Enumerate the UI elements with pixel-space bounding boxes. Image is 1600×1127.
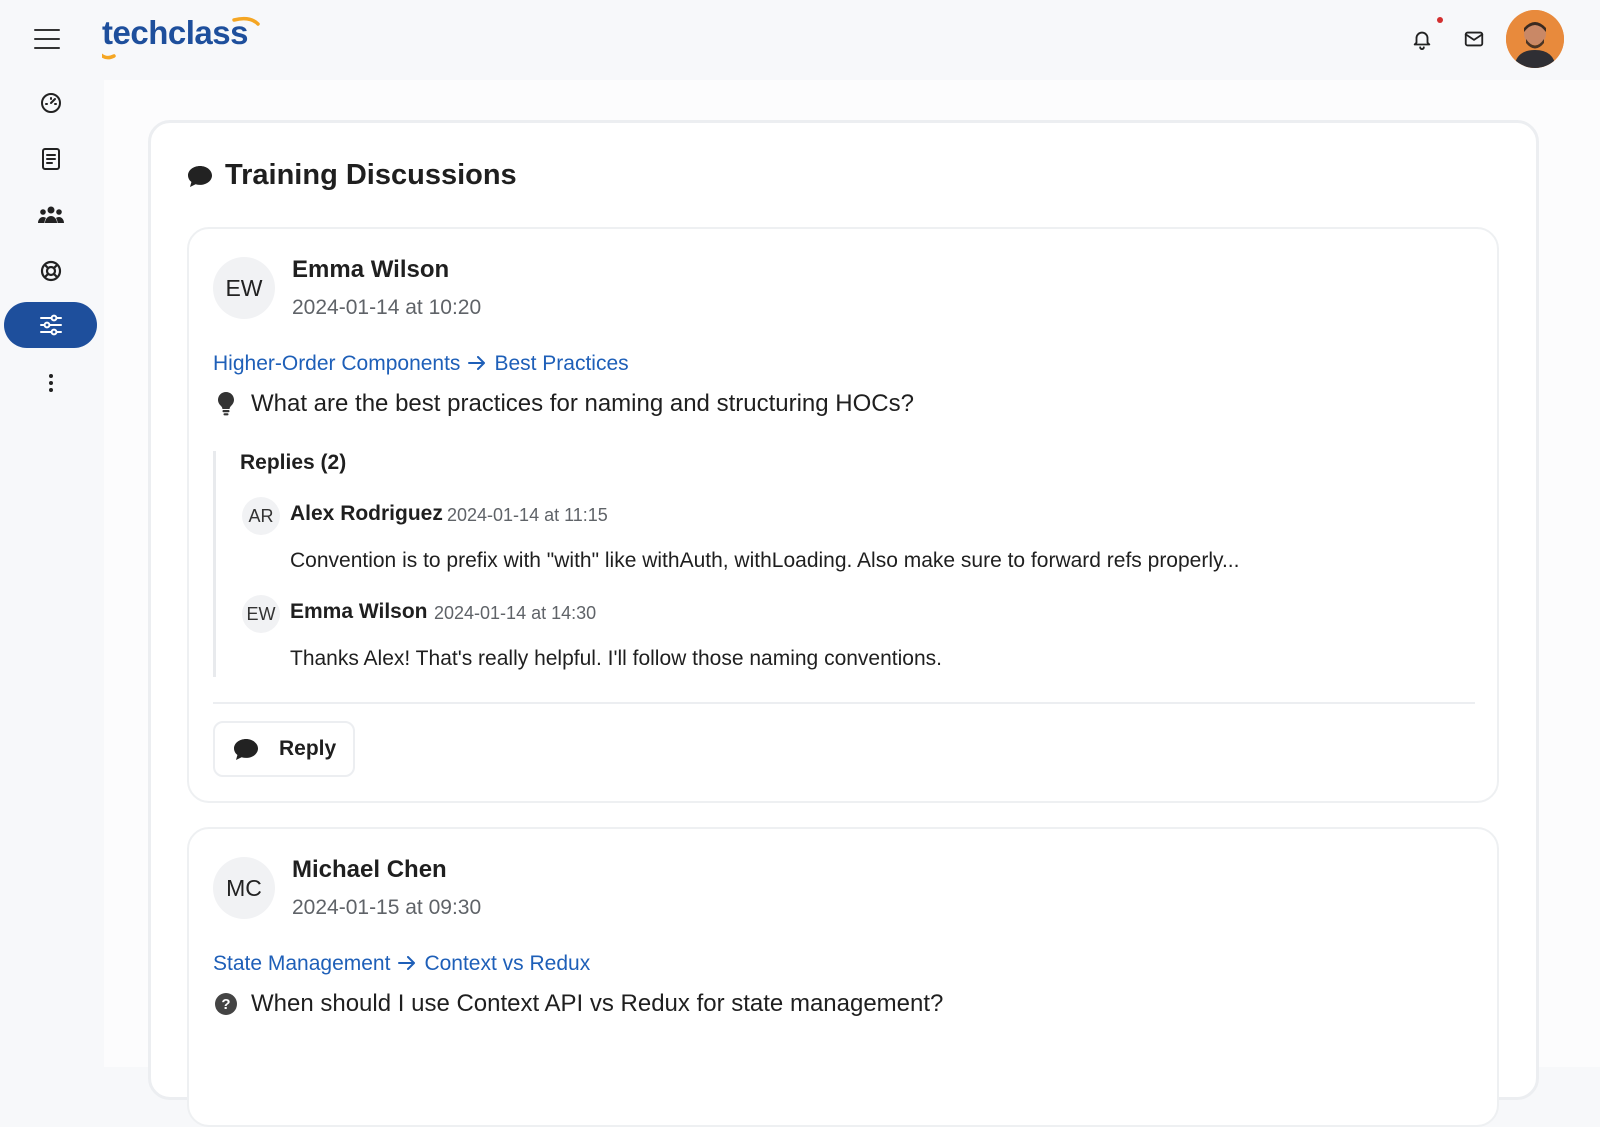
author-name: Michael Chen (292, 856, 447, 883)
topic-breadcrumb: Higher-Order Components Best Practices (213, 352, 629, 376)
user-avatar[interactable] (1506, 10, 1564, 68)
reply-author: Alex Rodriguez (290, 502, 443, 525)
hamburger-icon[interactable] (34, 29, 60, 49)
topic-link[interactable]: Higher-Order Components (213, 352, 460, 376)
avatar: MC (213, 857, 275, 919)
discussion-card: EW Emma Wilson 2024-01-14 at 10:20 Highe… (187, 227, 1499, 803)
logo-text: techclass (102, 14, 248, 51)
arrow-right-icon (468, 352, 486, 376)
reply-timestamp: 2024-01-14 at 14:30 (434, 603, 597, 623)
replies-heading: Replies (2) (240, 451, 347, 474)
top-bar: techclass (0, 0, 1600, 80)
replies-section: Replies (2) AR Alex Rodriguez 2024-01-14… (213, 451, 1475, 677)
question-text: When should I use Context API vs Redux f… (251, 990, 944, 1017)
svg-text:?: ? (221, 996, 230, 1013)
sidebar-item-more[interactable] (4, 360, 97, 406)
discussions-panel: Training Discussions EW Emma Wilson 2024… (148, 120, 1539, 1127)
sliders-icon (39, 314, 62, 336)
reply-avatar: AR (242, 497, 280, 535)
reply-button[interactable]: Reply (213, 721, 355, 777)
avatar: EW (213, 257, 275, 319)
main-content: Training Discussions EW Emma Wilson 2024… (104, 80, 1600, 1127)
sidebar-item-courses[interactable] (4, 136, 97, 182)
reply-author: Emma Wilson (290, 600, 428, 623)
support-icon (40, 260, 61, 282)
reply-text: Convention is to prefix with "with" like… (290, 549, 1240, 572)
help-circle-icon: ? (213, 992, 239, 1016)
post-timestamp: 2024-01-14 at 10:20 (292, 296, 482, 319)
page-title: Training Discussions (187, 159, 517, 192)
topic-link[interactable]: State Management (213, 952, 390, 976)
chat-bubble-icon (233, 737, 259, 761)
book-icon (41, 148, 60, 170)
topic-breadcrumb: State Management Context vs Redux (213, 952, 590, 976)
reply-button-label: Reply (279, 737, 337, 760)
reply-timestamp: 2024-01-14 at 11:15 (447, 505, 608, 525)
bell-icon[interactable] (1408, 25, 1436, 53)
users-icon (37, 206, 64, 223)
chat-bubble-icon (187, 164, 213, 188)
subtopic-link[interactable]: Best Practices (494, 352, 628, 376)
question-text: What are the best practices for naming a… (251, 390, 914, 417)
dashboard-icon (40, 93, 61, 113)
question: ? When should I use Context API vs Redux… (213, 990, 943, 1018)
notification-dot (1437, 17, 1443, 23)
sidebar-item-users[interactable] (4, 192, 97, 238)
post-timestamp: 2024-01-15 at 09:30 (292, 896, 482, 919)
logo[interactable]: techclass (102, 14, 260, 64)
arrow-right-icon (398, 952, 416, 976)
sidebar (0, 80, 104, 1067)
page-title-text: Training Discussions (225, 159, 517, 191)
reply-text: Thanks Alex! That's really helpful. I'll… (290, 647, 942, 670)
sidebar-item-dashboard[interactable] (4, 80, 97, 126)
mail-icon[interactable] (1460, 25, 1488, 53)
subtopic-link[interactable]: Context vs Redux (424, 952, 590, 976)
reply-avatar: EW (242, 595, 280, 633)
divider (213, 702, 1475, 704)
lightbulb-icon (213, 391, 239, 417)
more-vertical-icon (48, 374, 53, 392)
author-name: Emma Wilson (292, 256, 450, 283)
sidebar-item-support[interactable] (4, 248, 97, 294)
discussion-card: MC Michael Chen 2024-01-15 at 09:30 Stat… (187, 827, 1499, 1127)
question: What are the best practices for naming a… (213, 390, 914, 418)
sidebar-item-settings[interactable] (4, 302, 97, 348)
